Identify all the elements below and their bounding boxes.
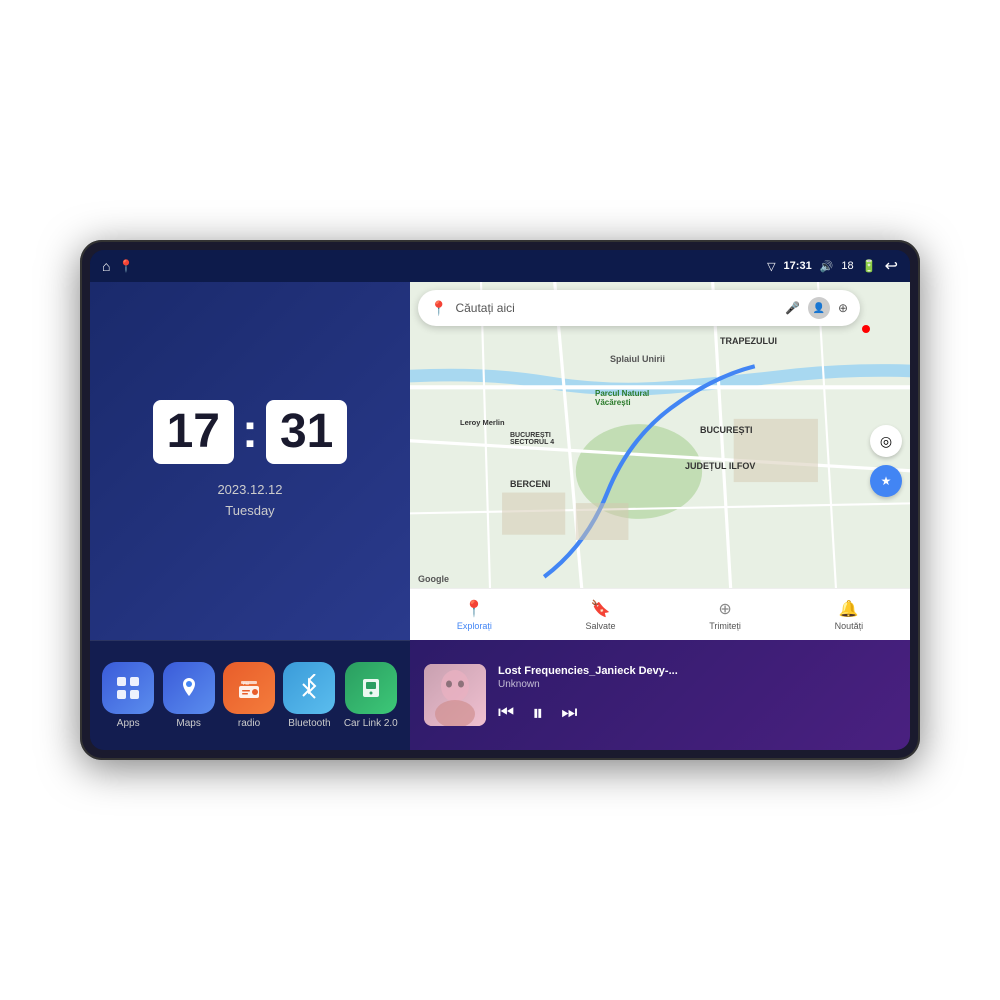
clock-display: 17 : 31	[153, 400, 348, 464]
map-location-marker	[862, 325, 870, 333]
clock-minutes: 31	[266, 400, 347, 464]
bluetooth-icon[interactable]	[283, 662, 335, 714]
send-icon: ⊕	[718, 599, 731, 619]
app-item-maps[interactable]: Maps	[163, 662, 215, 729]
device: ⌂ 📍 ▽ 17:31 🔊 18 🔋 ↩ 17 :	[80, 240, 920, 760]
apps-label: Apps	[117, 718, 140, 729]
map-search-bar[interactable]: 📍 Căutați aici 🎤 👤 ⊕	[418, 290, 860, 326]
maps-label: Maps	[176, 718, 200, 729]
map-user-avatar[interactable]: 👤	[808, 297, 830, 319]
status-left-icons: ⌂ 📍	[102, 258, 133, 274]
radio-label: radio	[238, 718, 260, 729]
music-player: Lost Frequencies_Janieck Devy-... Unknow…	[410, 640, 910, 750]
map-location-btn[interactable]: ◎	[870, 425, 902, 457]
bluetooth-label: Bluetooth	[288, 718, 330, 729]
send-label: Trimiteți	[709, 621, 741, 631]
status-bar: ⌂ 📍 ▽ 17:31 🔊 18 🔋 ↩	[90, 250, 910, 282]
volume-icon: 🔊	[820, 260, 834, 273]
google-logo: Google	[418, 574, 449, 584]
screen: ⌂ 📍 ▽ 17:31 🔊 18 🔋 ↩ 17 :	[90, 250, 910, 750]
map-bottom-nav: 📍 Explorați 🔖 Salvate ⊕ Trimiteți 🔔	[410, 588, 910, 640]
maps-icon[interactable]	[163, 662, 215, 714]
clock-separator: :	[242, 408, 258, 456]
music-prev-btn[interactable]: ⏮	[498, 702, 514, 723]
app-item-radio[interactable]: FM radio	[223, 662, 275, 729]
signal-icon: ▽	[767, 260, 775, 273]
map-nav-saved[interactable]: 🔖 Salvate	[586, 599, 616, 631]
music-controls: ⏮ ⏸ ⏭	[498, 700, 896, 726]
app-item-bluetooth[interactable]: Bluetooth	[283, 662, 335, 729]
music-thumbnail	[424, 664, 486, 726]
battery-icon: 🔋	[862, 259, 877, 273]
clock-date: 2023.12.12 Tuesday	[217, 480, 282, 522]
map-nav-send[interactable]: ⊕ Trimiteți	[709, 599, 741, 631]
date-line1: 2023.12.12	[217, 480, 282, 501]
carlink-label: Car Link 2.0	[344, 718, 398, 729]
music-play-btn[interactable]: ⏸	[532, 700, 543, 726]
music-title: Lost Frequencies_Janieck Devy-...	[498, 665, 896, 677]
map-controls: ◎ ★	[870, 425, 902, 497]
apps-bar: Apps Maps	[90, 640, 410, 750]
status-time: 17:31	[784, 260, 812, 272]
map-mic-icon[interactable]: 🎤	[785, 301, 800, 315]
carlink-icon[interactable]	[345, 662, 397, 714]
volume-level: 18	[841, 260, 853, 272]
map-nav-btn[interactable]: ★	[870, 465, 902, 497]
music-next-btn[interactable]: ⏭	[561, 702, 577, 723]
music-info: Lost Frequencies_Janieck Devy-... Unknow…	[498, 665, 896, 726]
app-item-apps[interactable]: Apps	[102, 662, 154, 729]
svg-text:FM: FM	[243, 681, 249, 686]
music-thumb-art	[424, 664, 486, 726]
maps-status-icon[interactable]: 📍	[118, 259, 133, 273]
map-container[interactable]: 📍 Căutați aici 🎤 👤 ⊕ TRAPEZULUI BUCUREȘT…	[410, 282, 910, 640]
back-icon[interactable]: ↩	[885, 256, 898, 276]
clock-hours: 17	[153, 400, 234, 464]
map-nav-news[interactable]: 🔔 Noutăți	[835, 599, 864, 631]
home-icon[interactable]: ⌂	[102, 258, 110, 274]
left-panel: 17 : 31 2023.12.12 Tuesday	[90, 282, 410, 750]
clock-widget: 17 : 31 2023.12.12 Tuesday	[90, 282, 410, 640]
music-artist: Unknown	[498, 679, 896, 690]
map-search-text[interactable]: Căutați aici	[455, 301, 777, 315]
apps-icon[interactable]	[102, 662, 154, 714]
news-icon: 🔔	[839, 599, 859, 619]
main-content: 17 : 31 2023.12.12 Tuesday	[90, 282, 910, 750]
app-item-carlink[interactable]: Car Link 2.0	[344, 662, 398, 729]
map-search-pin-icon: 📍	[430, 300, 447, 317]
radio-icon[interactable]: FM	[223, 662, 275, 714]
news-label: Noutăți	[835, 621, 864, 631]
saved-icon: 🔖	[591, 599, 611, 619]
map-layers-icon[interactable]: ⊕	[838, 301, 848, 315]
saved-label: Salvate	[586, 621, 616, 631]
date-line2: Tuesday	[217, 501, 282, 522]
map-nav-explore[interactable]: 📍 Explorați	[457, 599, 492, 631]
explore-label: Explorați	[457, 621, 492, 631]
status-right-icons: ▽ 17:31 🔊 18 🔋 ↩	[767, 256, 898, 276]
explore-icon: 📍	[464, 599, 484, 619]
right-section: 📍 Căutați aici 🎤 👤 ⊕ TRAPEZULUI BUCUREȘT…	[410, 282, 910, 750]
